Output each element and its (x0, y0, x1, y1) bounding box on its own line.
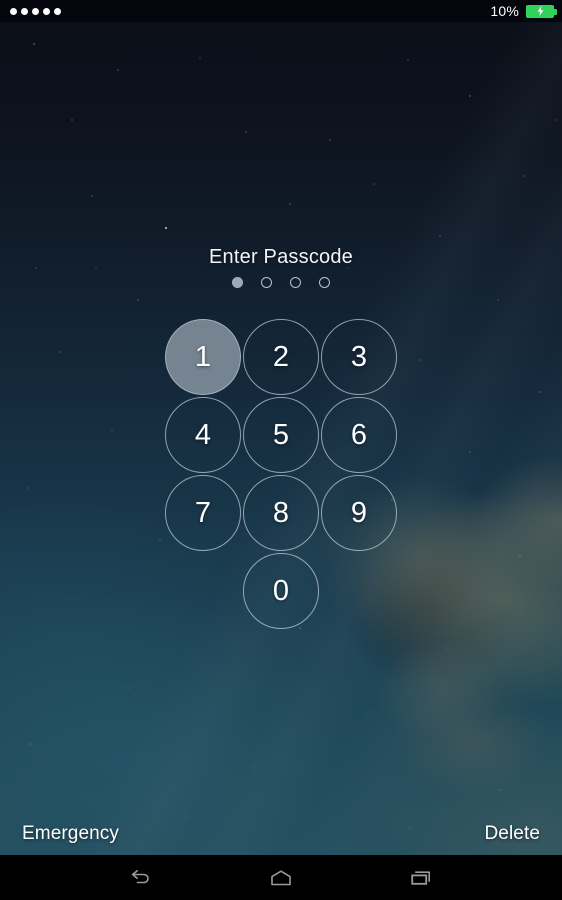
passcode-dot-1 (232, 277, 243, 288)
delete-button[interactable]: Delete (484, 823, 540, 845)
back-icon (128, 868, 154, 888)
keypad-key-6[interactable]: 6 (321, 397, 397, 473)
emergency-button[interactable]: Emergency (22, 823, 119, 845)
keypad-key-5[interactable]: 5 (243, 397, 319, 473)
keypad-key-7[interactable]: 7 (165, 475, 241, 551)
passcode-dot-4 (319, 277, 330, 288)
home-icon (268, 868, 294, 888)
bottom-actions: Emergency Delete (0, 823, 562, 845)
passcode-title: Enter Passcode (209, 246, 353, 268)
passcode-keypad: 1 2 3 4 5 6 7 8 9 0 (165, 319, 397, 629)
notification-dot (10, 7, 17, 15)
keypad-key-1[interactable]: 1 (165, 319, 241, 395)
recents-button[interactable] (395, 855, 447, 900)
notification-dot (21, 7, 28, 15)
lock-screen: 10% Enter Passcode 1 2 3 4 5 6 7 8 9 0 E… (0, 0, 562, 900)
keypad-key-4[interactable]: 4 (165, 397, 241, 473)
passcode-dot-3 (290, 277, 301, 288)
battery-percent-label: 10% (490, 3, 519, 19)
status-bar-right: 10% (490, 3, 557, 19)
passcode-dot-indicator (0, 277, 562, 288)
passcode-dot-2 (261, 277, 272, 288)
keypad-key-9[interactable]: 9 (321, 475, 397, 551)
back-button[interactable] (115, 855, 167, 900)
keypad-key-3[interactable]: 3 (321, 319, 397, 395)
notification-dot (43, 7, 50, 15)
battery-charging-icon (526, 4, 557, 18)
keypad-key-8[interactable]: 8 (243, 475, 319, 551)
notification-dot (32, 7, 39, 15)
notification-dots (10, 7, 61, 15)
android-navigation-bar (0, 855, 562, 900)
notification-dot (54, 7, 61, 15)
recents-icon (408, 868, 434, 888)
lock-content: Enter Passcode 1 2 3 4 5 6 7 8 9 0 (0, 0, 562, 855)
home-button[interactable] (255, 855, 307, 900)
keypad-key-2[interactable]: 2 (243, 319, 319, 395)
keypad-key-0[interactable]: 0 (243, 553, 319, 629)
status-bar: 10% (0, 0, 562, 22)
